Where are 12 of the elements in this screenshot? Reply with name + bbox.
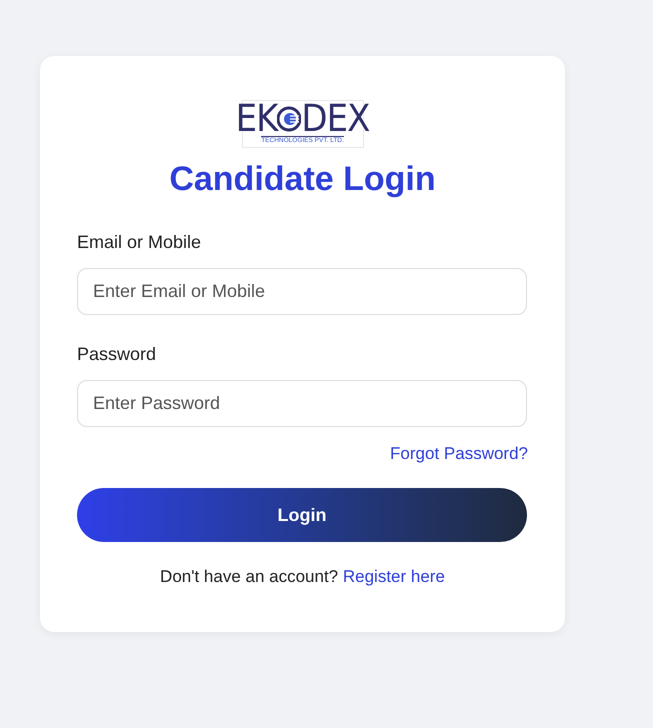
- email-field[interactable]: Enter Email or Mobile: [77, 268, 527, 315]
- password-field[interactable]: Enter Password: [77, 380, 527, 427]
- field-label: Email or Mobile: [77, 230, 202, 254]
- login-button[interactable]: Login: [77, 488, 527, 542]
- forgot-password-link[interactable]: Forgot Password?: [390, 440, 528, 466]
- register-prompt: Don't have an account?: [160, 567, 338, 586]
- logo-mark-icon: [277, 106, 302, 132]
- logo-text: EK: [236, 100, 278, 138]
- logo-text: DEX: [301, 100, 370, 138]
- field-label: Password: [77, 342, 158, 366]
- register-link[interactable]: Register here: [342, 567, 445, 586]
- login-title: Candidate Login: [168, 159, 437, 200]
